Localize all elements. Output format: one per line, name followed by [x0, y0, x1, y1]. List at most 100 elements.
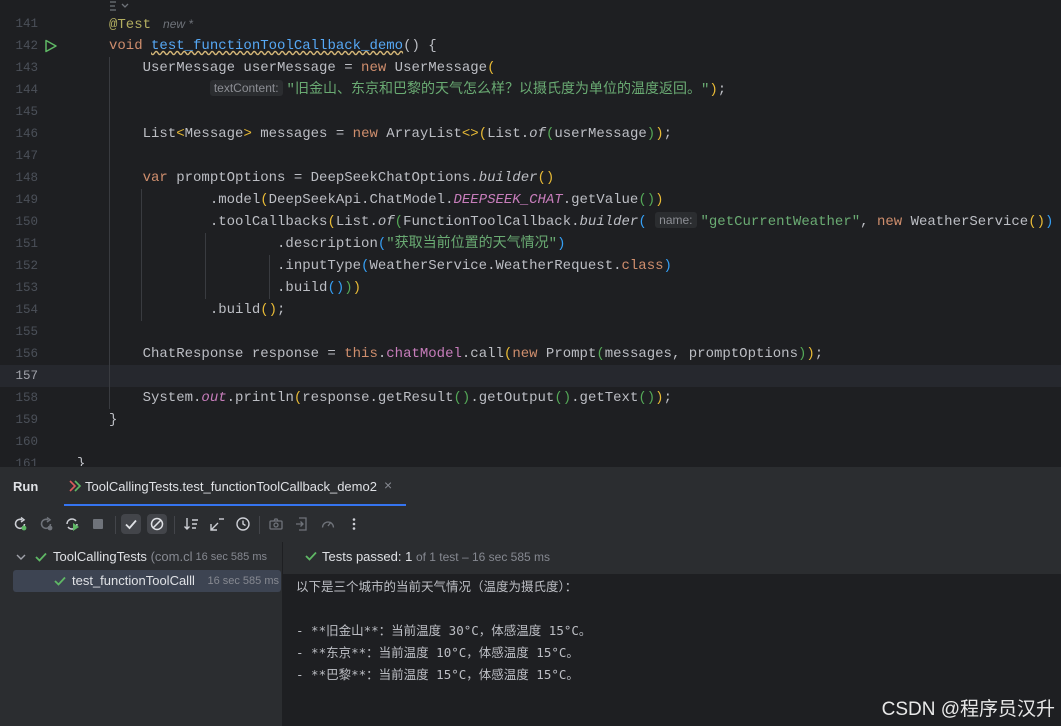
sort-icon: [184, 518, 198, 530]
camera-icon: [269, 518, 283, 530]
line-number: 158: [15, 391, 38, 405]
test-passed-icon: [35, 552, 47, 562]
run-tool-window-header: Run ToolCallingTests.test_functionToolCa…: [0, 466, 1061, 506]
import-results-button[interactable]: [292, 514, 312, 534]
code-line[interactable]: 153 .build())): [0, 277, 1061, 299]
run-test-gutter-icon[interactable]: [44, 39, 58, 53]
import-icon: [296, 517, 307, 531]
code-line[interactable]: 147: [0, 145, 1061, 167]
tree-root-name: ToolCallingTests: [53, 549, 147, 564]
stop-button[interactable]: [88, 514, 108, 534]
chevron-down-icon[interactable]: [15, 552, 27, 562]
tree-test-time: 16 sec 585 ms: [207, 575, 279, 587]
line-number: 160: [15, 435, 38, 449]
line-number: 154: [15, 303, 38, 317]
code-line[interactable]: 145: [0, 101, 1061, 123]
code-text: void test_functionToolCallback_demo() {: [109, 38, 437, 54]
code-text: List<Message> messages = new ArrayList<>…: [109, 126, 672, 142]
show-passed-toggle[interactable]: [121, 514, 141, 534]
line-number: 152: [15, 259, 38, 273]
code-line[interactable]: 156 ChatResponse response = this.chatMod…: [0, 343, 1061, 365]
test-tree: ToolCallingTests (com.cl 16 sec 585 ms t…: [0, 542, 283, 726]
code-text: ChatResponse response = this.chatModel.c…: [109, 346, 824, 362]
test-passed-icon: [54, 576, 66, 586]
code-line[interactable]: 151 .description("获取当前位置的天气情况"): [0, 233, 1061, 255]
indent-guide: [141, 189, 142, 321]
code-text: .description("获取当前位置的天气情况"): [109, 236, 566, 252]
line-number: 155: [15, 325, 38, 339]
line-number: 149: [15, 193, 38, 207]
line-number: 142: [15, 39, 38, 53]
code-line[interactable]: 144 textContent: "旧金山、东京和巴黎的天气怎么样？以摄氏度为单位…: [0, 79, 1061, 101]
indent-guide: [269, 255, 270, 299]
indent-guide: [205, 233, 206, 299]
code-line[interactable]: 159}: [0, 409, 1061, 431]
sort-button[interactable]: [181, 514, 201, 534]
line-number: 150: [15, 215, 38, 229]
rerun-icon: [14, 516, 27, 531]
code-line[interactable]: 155: [0, 321, 1061, 343]
history-button[interactable]: [233, 514, 253, 534]
rerun-failed-icon: [40, 516, 53, 531]
screenshot-button[interactable]: [266, 514, 286, 534]
line-number: 144: [15, 83, 38, 97]
more-options-button[interactable]: [344, 514, 364, 534]
check-icon: [125, 519, 137, 530]
run-toolbar: [0, 506, 1061, 542]
code-editor[interactable]: 141 @Test new * 142 void test_functionToolCa…: [0, 0, 1061, 466]
code-line[interactable]: 141 @Test new *: [0, 13, 1061, 35]
code-text: textContent: "旧金山、东京和巴黎的天气怎么样？以摄氏度为单位的温度返…: [109, 79, 726, 101]
ignored-icon: [150, 517, 164, 531]
tree-node-root[interactable]: ToolCallingTests (com.cl 16 sec 585 ms: [0, 546, 282, 568]
code-line[interactable]: 152 .inputType(WeatherService.WeatherReq…: [0, 255, 1061, 277]
code-text: .build();: [109, 302, 286, 318]
line-number: 145: [15, 105, 38, 119]
code-line[interactable]: 150 .toolCallbacks(List.of(FunctionToolC…: [0, 211, 1061, 233]
clock-icon: [236, 517, 250, 531]
code-line[interactable]: 149 .model(DeepSeekApi.ChatModel.DEEPSEE…: [0, 189, 1061, 211]
console-line: - **巴黎**：当前温度 15°C，体感温度 15°C。: [296, 667, 579, 682]
inlay-settings-icon[interactable]: [108, 0, 132, 12]
stop-icon: [93, 519, 103, 529]
test-config-icon: [69, 480, 82, 492]
code-text: .toolCallbacks(List.of(FunctionToolCallb…: [109, 212, 1054, 230]
run-title: Run: [13, 479, 39, 494]
code-line[interactable]: 142 void test_functionToolCallback_demo()…: [0, 35, 1061, 57]
code-text: .inputType(WeatherService.WeatherRequest…: [109, 258, 672, 274]
show-ignored-toggle[interactable]: [147, 514, 167, 534]
indent-guide: [109, 57, 110, 409]
code-line[interactable]: 160: [0, 431, 1061, 453]
console-line: - **东京**：当前温度 10°C，体感温度 15°C。: [296, 645, 579, 660]
watermark: CSDN @程序员汉升: [881, 699, 1055, 720]
code-line[interactable]: 146 List<Message> messages = new ArrayLi…: [0, 123, 1061, 145]
tests-passed-label: Tests passed: 1: [322, 549, 413, 564]
line-number: 146: [15, 127, 38, 141]
collapse-all-button[interactable]: [207, 514, 227, 534]
console-line: - **旧金山**：当前温度 30°C，体感温度 15°C。: [296, 623, 592, 638]
code-line[interactable]: 148 var promptOptions = DeepSeekChatOpti…: [0, 167, 1061, 189]
code-line[interactable]: 161}: [0, 453, 1061, 466]
collapse-icon: [210, 518, 224, 531]
code-line[interactable]: 157: [0, 365, 1061, 387]
coverage-button[interactable]: [318, 514, 338, 534]
code-text: UserMessage userMessage = new UserMessag…: [109, 60, 496, 76]
code-line[interactable]: 154 .build();: [0, 299, 1061, 321]
toggle-auto-test-button[interactable]: [62, 514, 82, 534]
close-tab-icon[interactable]: ×: [384, 477, 392, 493]
rerun-failed-button[interactable]: [36, 514, 56, 534]
code-text: .model(DeepSeekApi.ChatModel.DEEPSEEK_CH…: [109, 192, 664, 208]
code-line[interactable]: 158 System.out.println(response.getResul…: [0, 387, 1061, 409]
line-number: 148: [15, 171, 38, 185]
passed-check-icon: [305, 551, 317, 561]
code-text: @Test new *: [109, 17, 194, 33]
tree-node-test-method[interactable]: test_functionToolCalll 16 sec 585 ms: [13, 570, 281, 592]
line-number: 156: [15, 347, 38, 361]
tests-detail: of 1 test – 16 sec 585 ms: [415, 550, 551, 564]
tree-root-package: (com.cl: [150, 549, 193, 564]
line-number: 143: [15, 61, 38, 75]
test-status-bar: Tests passed: 1 of 1 test – 16 sec 585 m…: [283, 542, 1061, 574]
rerun-button[interactable]: [10, 514, 30, 534]
run-config-tab[interactable]: ToolCallingTests.test_functionToolCallba…: [64, 467, 406, 506]
code-line[interactable]: 143 UserMessage userMessage = new UserMe…: [0, 57, 1061, 79]
line-number: 157: [15, 369, 38, 383]
